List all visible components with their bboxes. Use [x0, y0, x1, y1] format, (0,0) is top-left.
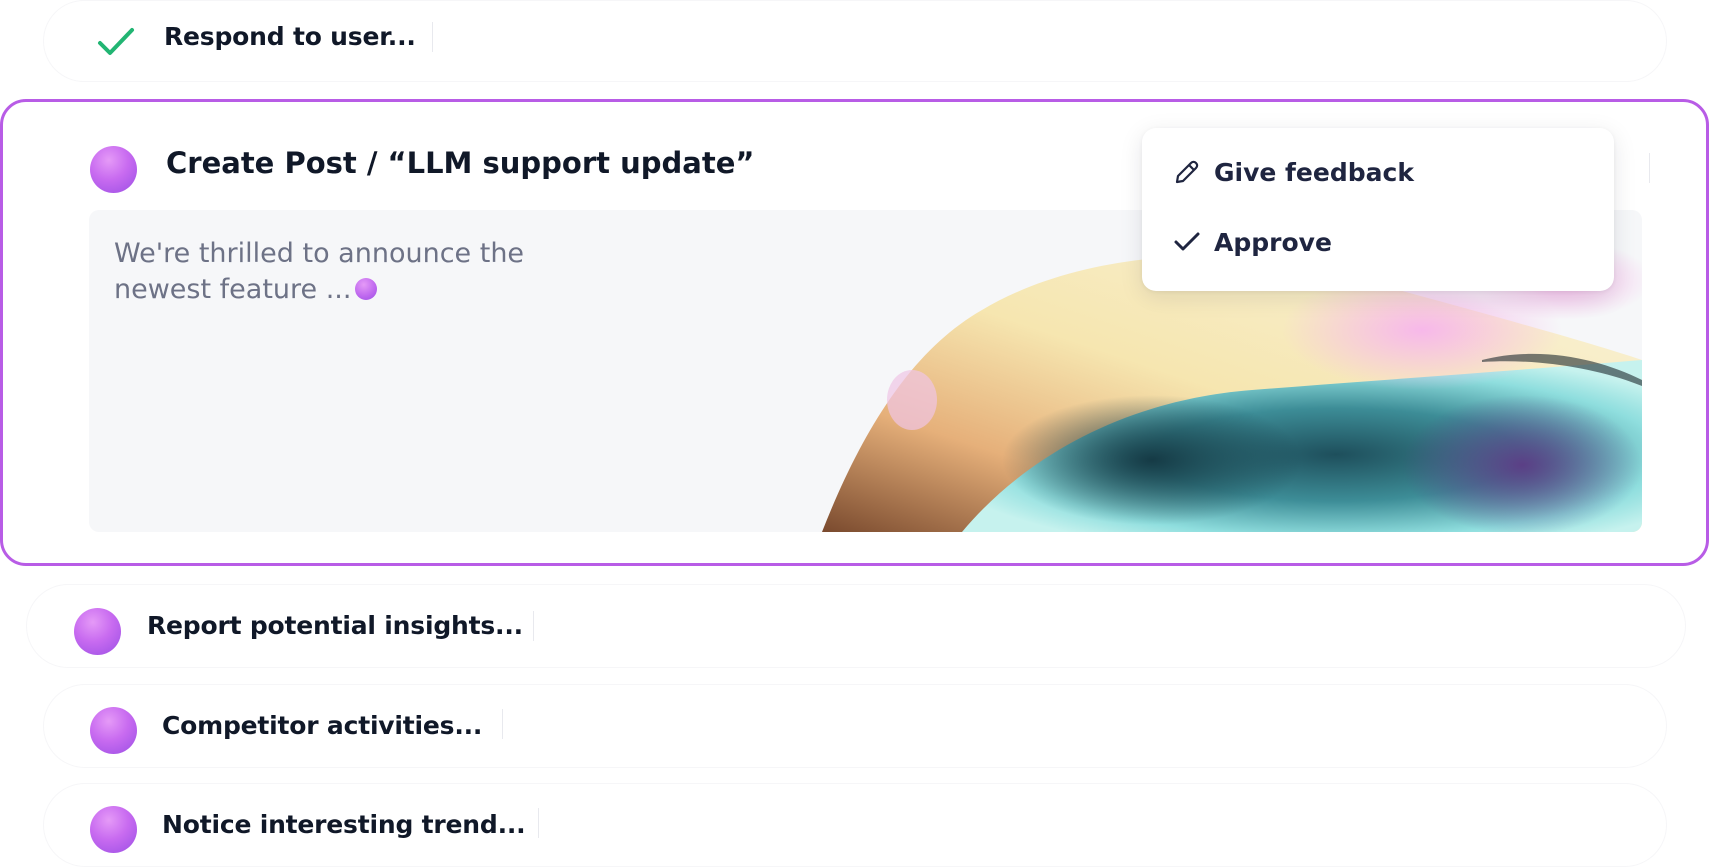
task-title: Create Post / “LLM support update” [166, 146, 755, 180]
task-title: Report potential insights... [147, 611, 523, 640]
give-feedback-menu-item[interactable]: Give feedback [1172, 152, 1414, 192]
pencil-icon [1175, 160, 1199, 184]
divider [1649, 153, 1650, 183]
task-title: Competitor activities... [162, 711, 483, 740]
task-title: Respond to user... [164, 22, 416, 51]
check-icon [1174, 232, 1200, 251]
approve-menu-item[interactable]: Approve [1172, 222, 1332, 262]
divider [538, 808, 539, 838]
agent-orb-icon [74, 608, 121, 655]
approve-label: Approve [1214, 227, 1332, 257]
agent-orb-icon [90, 707, 137, 754]
divider [502, 709, 503, 739]
post-text-content: We're thrilled to announce the newest fe… [114, 238, 525, 305]
agent-orb-icon [90, 146, 137, 193]
divider [533, 611, 534, 641]
check-icon [98, 28, 134, 55]
task-action-menu: Give feedback Approve [1142, 128, 1614, 291]
post-preview-text: We're thrilled to announce the newest fe… [114, 236, 534, 308]
divider [432, 22, 433, 52]
typing-orb-icon [355, 278, 378, 300]
give-feedback-label: Give feedback [1214, 157, 1414, 187]
task-title: Notice interesting trend... [162, 810, 526, 839]
agent-orb-icon [90, 806, 137, 853]
